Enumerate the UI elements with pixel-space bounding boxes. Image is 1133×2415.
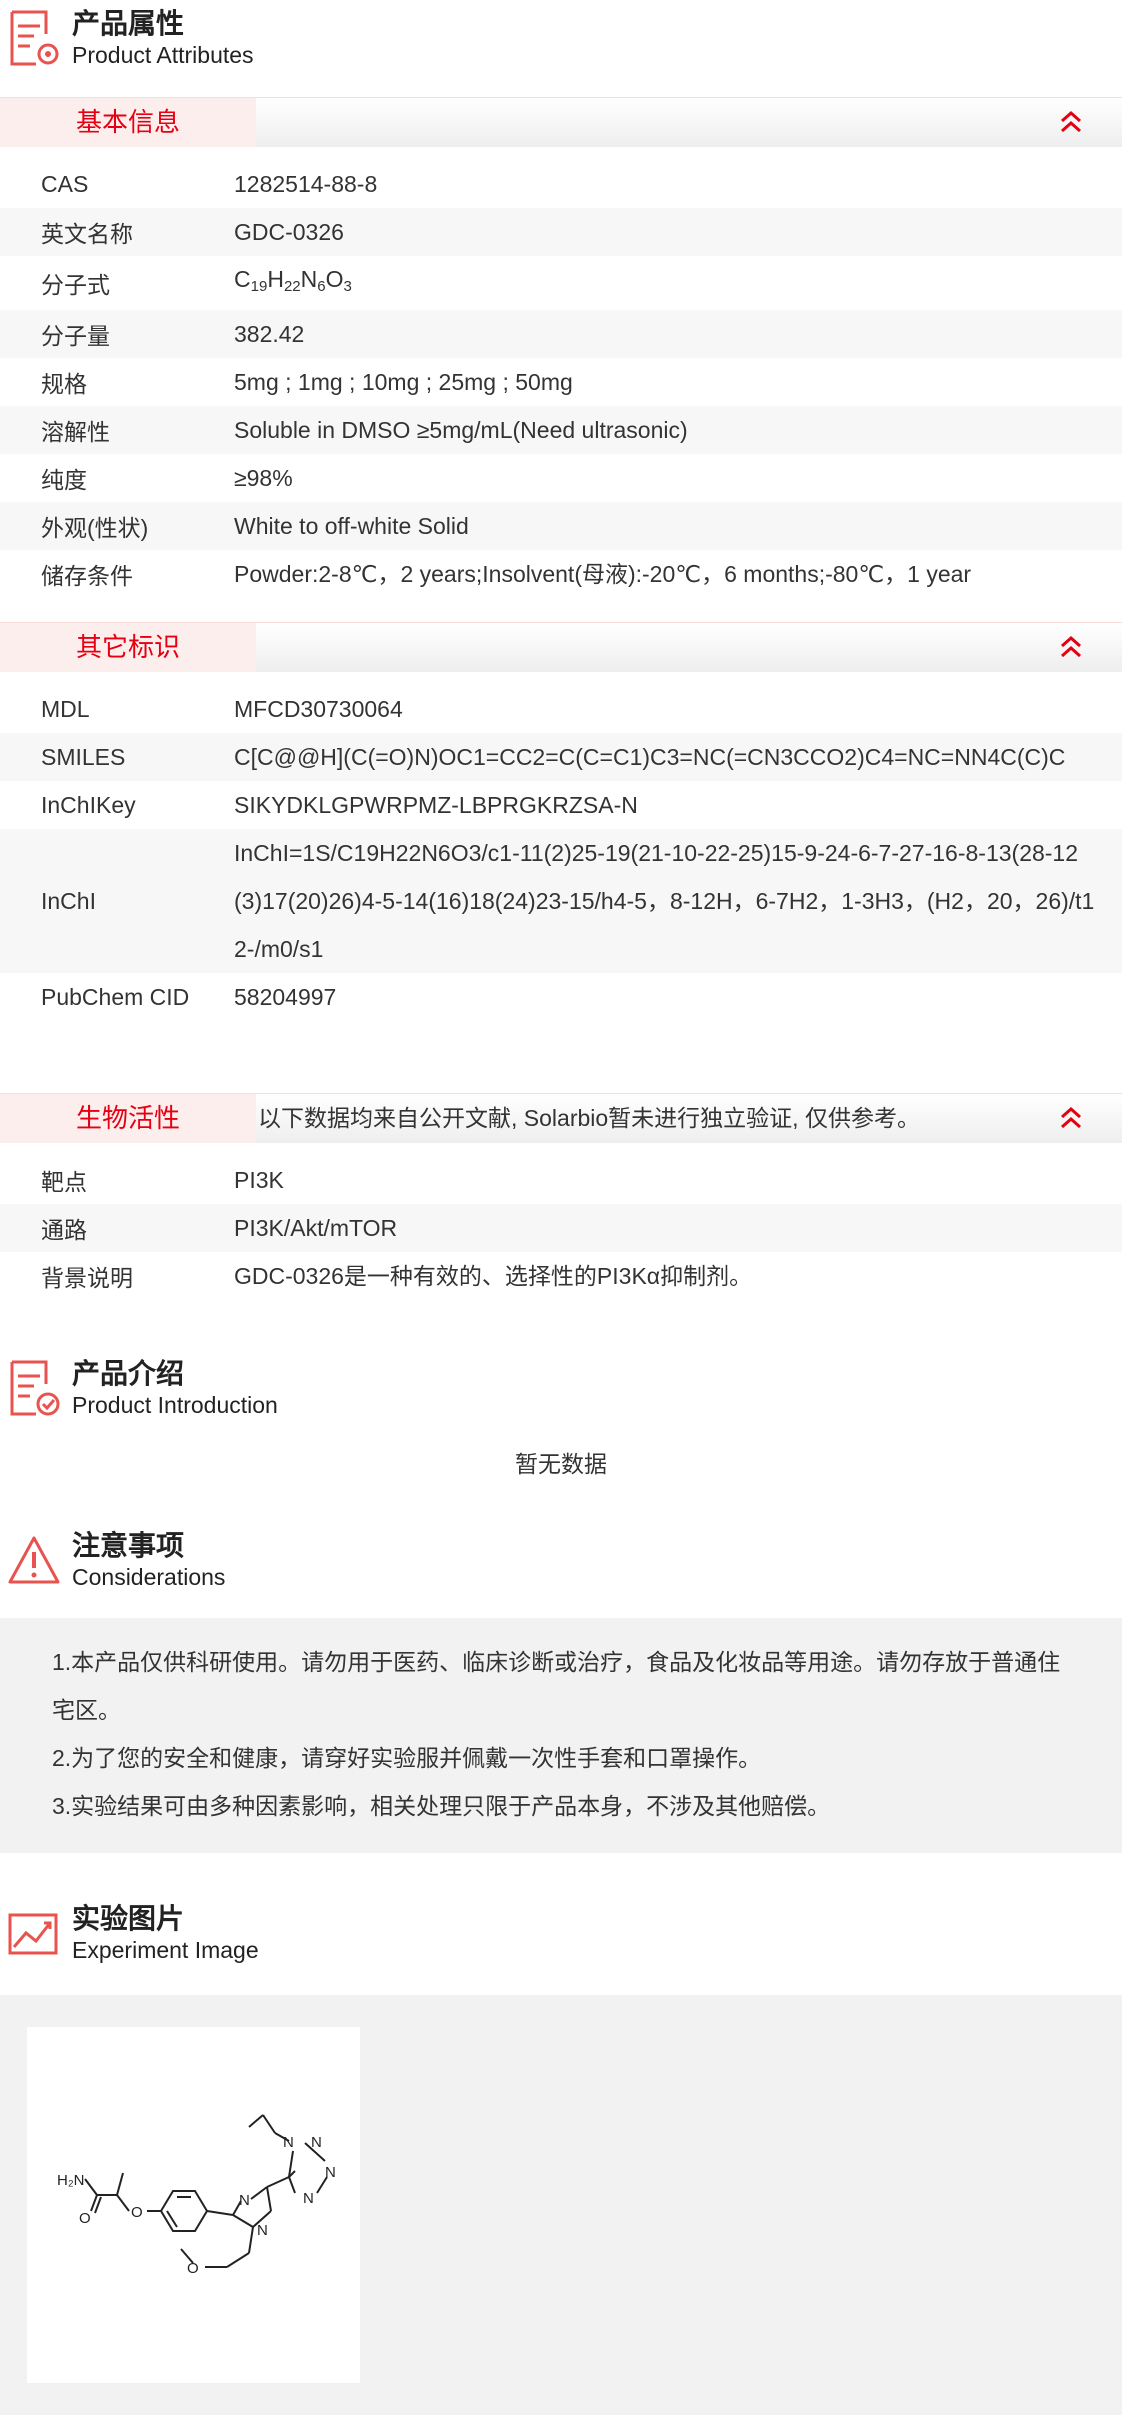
tab-label: 生物活性 (0, 1094, 256, 1143)
atom-label: N (283, 2134, 294, 2151)
row-key: 分子量 (41, 323, 110, 349)
row-value: 5mg ; 1mg ; 10mg ; 25mg ; 50mg (234, 369, 573, 395)
row-value: PI3K (234, 1167, 284, 1193)
row-value: PI3K/Akt/mTOR (234, 1215, 398, 1241)
bioactivity-table: 靶点 PI3K 通路 PI3K/Akt/mTOR 背景说明 GDC-0326是一种有效… (0, 1156, 1122, 1300)
table-row: PubChem CID 58204997 (0, 973, 1122, 1021)
product-introduction-header: 产品介绍 Product Introduction (0, 1350, 1133, 1430)
disclaimer-note: 以下数据均来自公开文献, Solarbio暂未进行独立验证, 仅供参考。 (258, 1105, 920, 1131)
row-value: 1282514-88-8 (234, 171, 378, 197)
table-row: 通路 PI3K/Akt/mTOR (0, 1204, 1122, 1252)
section-subtitle: Product Attributes (72, 42, 254, 68)
row-value: GDC-0326 (234, 219, 344, 245)
considerations-panel: 1.本产品仅供科研使用。请勿用于医药、临床诊断或治疗，食品及化妆品等用途。请勿存… (0, 1618, 1122, 1853)
row-key: SMILES (41, 743, 126, 770)
chemical-structure: N N N N N N O O H₂N O (57, 2114, 336, 2277)
row-key: 英文名称 (41, 221, 133, 247)
section-title: 产品属性 (72, 8, 185, 39)
atom-label: N (311, 2134, 322, 2151)
chevron-double-up-icon[interactable] (1058, 109, 1084, 135)
molecular-formula: C19H22N6O3 (234, 266, 352, 295)
row-key: 背景说明 (41, 1265, 133, 1291)
section-subtitle: Experiment Image (72, 1937, 259, 1963)
warning-triangle-icon (8, 1536, 60, 1584)
tab-label: 基本信息 (0, 98, 256, 147)
table-row: 靶点 PI3K (0, 1156, 1122, 1204)
considerations-header: 注意事项 Considerations (0, 1522, 1133, 1602)
image-chart-icon (8, 1913, 58, 1955)
no-data-text: 暂无数据 (515, 1451, 607, 1477)
section-title: 实验图片 (72, 1903, 185, 1934)
tab-other-identifiers[interactable]: 其它标识 (0, 622, 1122, 672)
row-value: Powder:2-8℃，2 years;Insolvent(母液):-20℃，6… (234, 561, 972, 587)
row-key: CAS (41, 170, 89, 197)
experiment-image-panel: N N N N N N O O H₂N O (0, 1995, 1122, 2415)
table-row: InChIKey SIKYDKLGPWRPMZ-LBPRGKRZSA-N (0, 781, 1122, 829)
row-value: GDC-0326是一种有效的、选择性的PI3Kα抑制剂。 (234, 1263, 753, 1289)
row-key: 分子式 (41, 272, 110, 298)
section-title: 产品介绍 (72, 1358, 185, 1389)
table-row: 规格 5mg ; 1mg ; 10mg ; 25mg ; 50mg (0, 358, 1122, 406)
table-row: 分子量 382.42 (0, 310, 1122, 358)
row-value: MFCD30730064 (234, 696, 403, 722)
row-value: ≥98% (234, 465, 293, 491)
chevron-double-up-icon[interactable] (1058, 634, 1084, 660)
product-attributes-header: 产品属性 Product Attributes (0, 0, 1133, 80)
atom-label: N (303, 2190, 314, 2207)
row-key: 通路 (41, 1217, 87, 1243)
table-row: 英文名称 GDC-0326 (0, 208, 1122, 256)
table-row: 分子式 C19H22N6O3 (0, 256, 1122, 310)
row-key: 外观(性状) (41, 515, 149, 541)
section-subtitle: Product Introduction (72, 1392, 278, 1418)
note-item: 2.为了您的安全和健康，请穿好实验服并佩戴一次性手套和口罩操作。 (52, 1745, 762, 1771)
tab-label: 其它标识 (0, 623, 256, 672)
row-value: 58204997 (234, 984, 337, 1010)
row-key: MDL (41, 695, 90, 722)
document-check-icon (10, 1360, 60, 1416)
table-row: MDL MFCD30730064 (0, 685, 1122, 733)
row-value: C[C@@H](C(=O)N)OC1=CC2=C(C=C1)C3=NC(=CN3… (234, 744, 1066, 770)
row-value: InChI=1S/C19H22N6O3/c1-11(2)25-19(21-10-… (234, 840, 1095, 962)
note-item: 1.本产品仅供科研使用。请勿用于医药、临床诊断或治疗，食品及化妆品等用途。请勿存… (52, 1649, 1061, 1723)
row-key: 储存条件 (41, 563, 133, 589)
atom-label: N (325, 2164, 336, 2181)
table-row: 纯度 ≥98% (0, 454, 1122, 502)
row-key: PubChem CID (41, 983, 190, 1010)
atom-label: O (187, 2260, 199, 2277)
section-subtitle: Considerations (72, 1564, 226, 1590)
row-value: White to off-white Solid (234, 513, 469, 539)
tab-bioactivity[interactable]: 生物活性 以下数据均来自公开文献, Solarbio暂未进行独立验证, 仅供参考… (0, 1093, 1122, 1143)
document-gear-icon (10, 10, 59, 66)
page: 产品属性 Product Attributes 基本信息 CAS 1282514-… (0, 0, 1133, 2415)
basic-info-table: CAS 1282514-88-8 英文名称 GDC-0326 分子式 C19H22N6… (0, 160, 1122, 598)
tab-basic-info[interactable]: 基本信息 (0, 97, 1122, 147)
row-key: InChIKey (41, 791, 136, 818)
row-value: SIKYDKLGPWRPMZ-LBPRGKRZSA-N (234, 792, 638, 818)
table-row: 溶解性 Soluble in DMSO ≥5mg/mL(Need ultrason… (0, 406, 1122, 454)
table-row: 外观(性状) White to off-white Solid (0, 502, 1122, 550)
row-key: InChI (41, 887, 96, 914)
other-identifiers-table: MDL MFCD30730064 SMILES C[C@@H](C(=O)N)OC1… (0, 685, 1122, 1021)
chevron-double-up-icon[interactable] (1058, 1105, 1084, 1131)
row-value: Soluble in DMSO ≥5mg/mL(Need ultrasonic) (234, 417, 688, 443)
table-row: 储存条件 Powder:2-8℃，2 years;Insolvent(母液):-2… (0, 550, 1122, 598)
row-key: 靶点 (41, 1169, 87, 1195)
atom-label: H₂N (57, 2172, 85, 2189)
atom-label: N (257, 2222, 268, 2239)
atom-label: O (131, 2204, 143, 2221)
atom-label: N (239, 2192, 250, 2209)
table-row: CAS 1282514-88-8 (0, 160, 1122, 208)
atom-label: O (79, 2210, 91, 2227)
table-row: SMILES C[C@@H](C(=O)N)OC1=CC2=C(C=C1)C3=N… (0, 733, 1122, 781)
experiment-image-header: 实验图片 Experiment Image (0, 1895, 1133, 1975)
structure-image: N N N N N N O O H₂N O (27, 2027, 360, 2383)
section-title: 注意事项 (72, 1530, 185, 1561)
table-row: 背景说明 GDC-0326是一种有效的、选择性的PI3Kα抑制剂。 (0, 1252, 1122, 1300)
row-key: 溶解性 (41, 419, 110, 445)
note-item: 3.实验结果可由多种因素影响，相关处理只限于产品本身，不涉及其他赔偿。 (52, 1793, 831, 1819)
row-value: 382.42 (234, 321, 305, 347)
row-key: 规格 (41, 371, 87, 397)
table-row: InChI InChI=1S/C19H22N6O3/c1-11(2)25-19(2… (0, 829, 1122, 973)
row-key: 纯度 (41, 467, 87, 493)
